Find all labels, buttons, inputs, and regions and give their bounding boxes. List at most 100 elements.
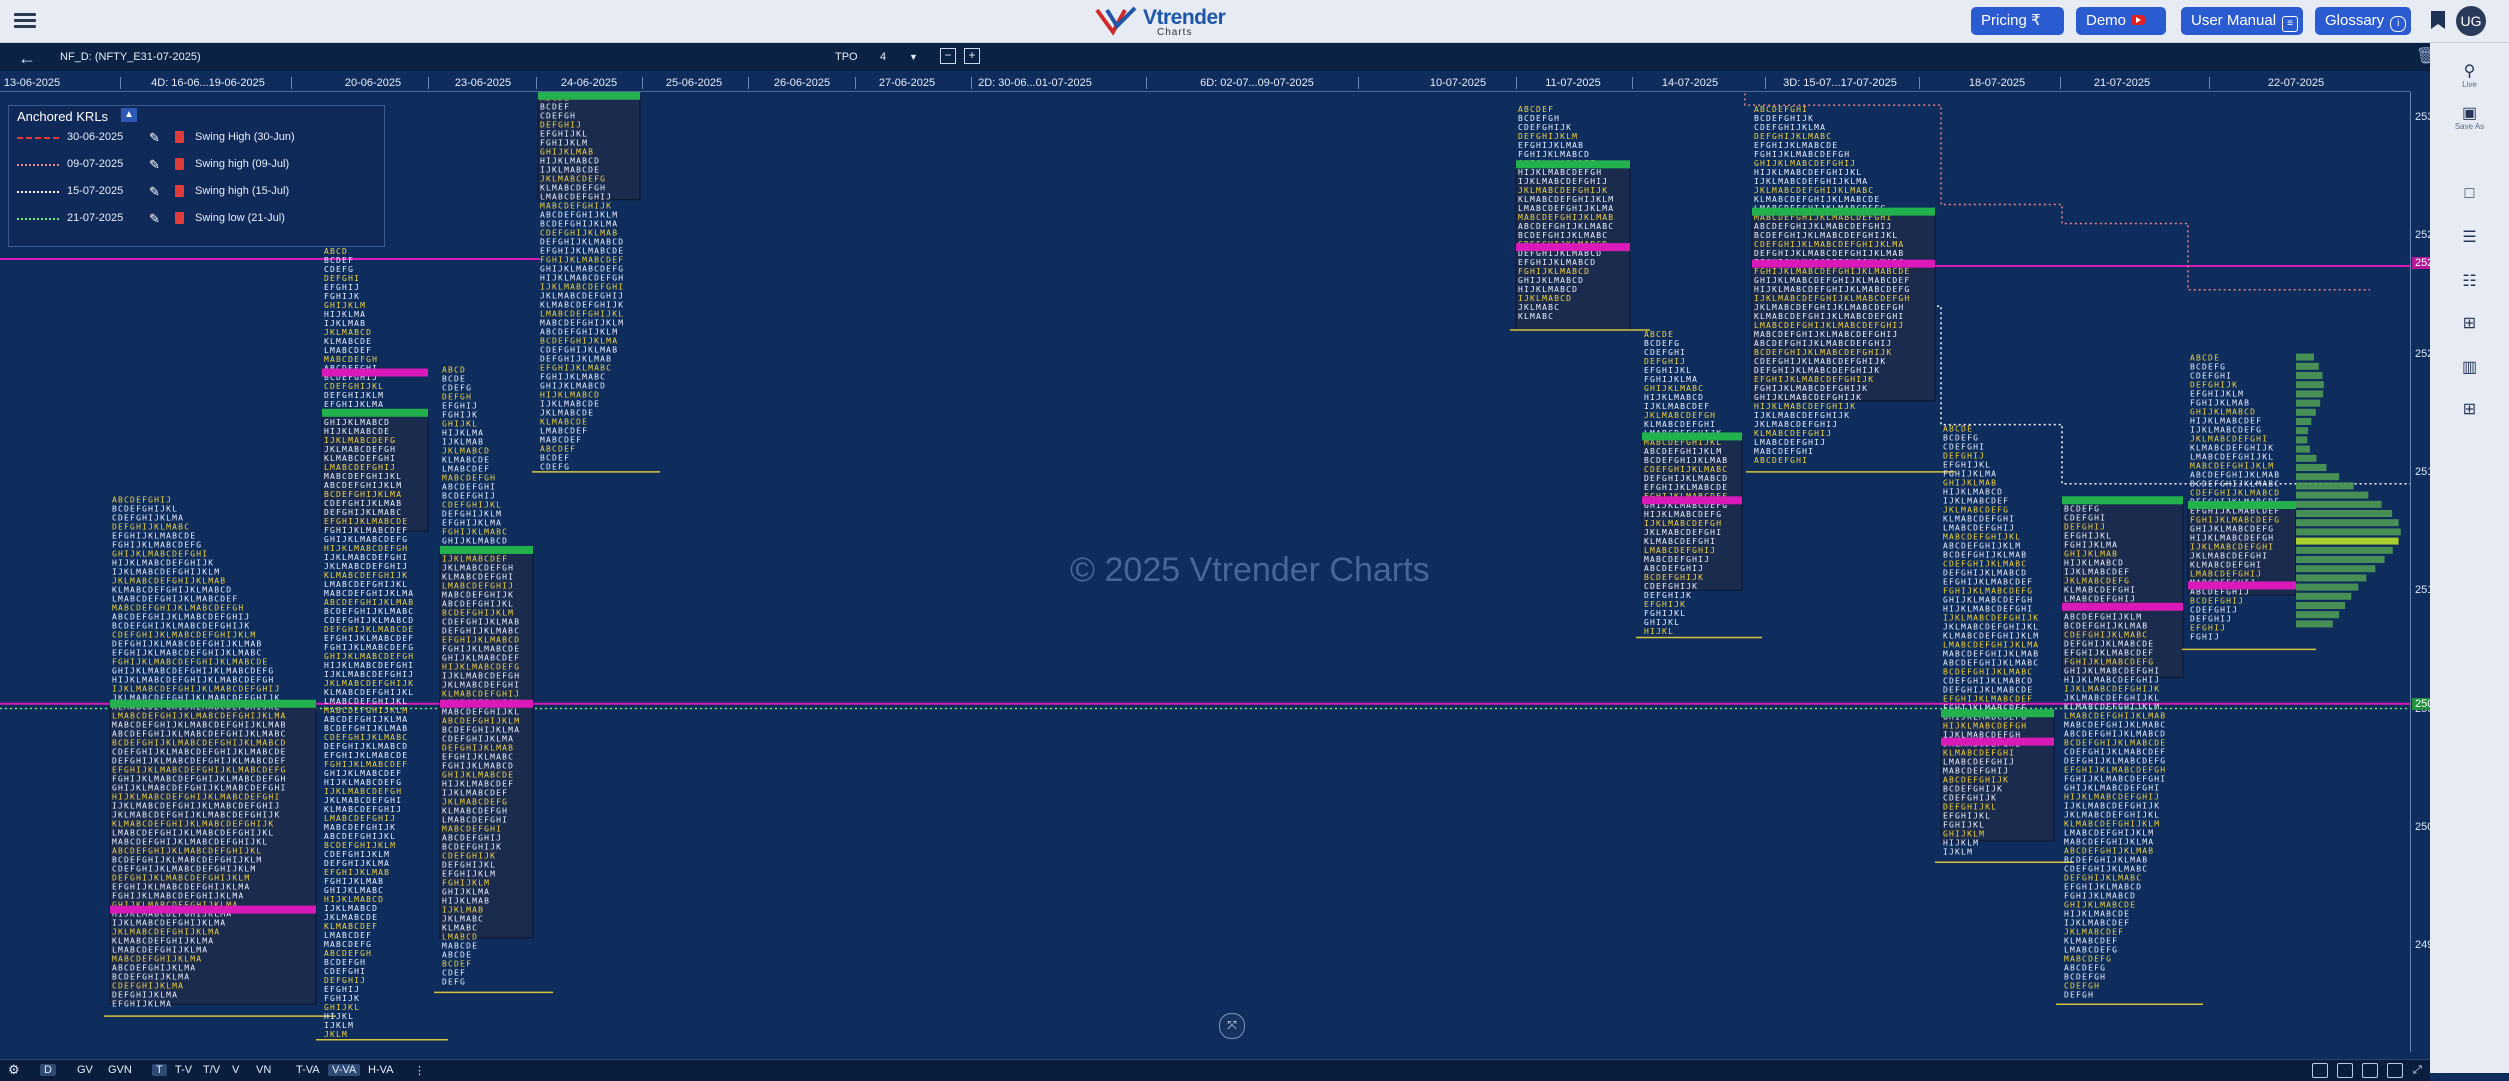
screen-icon[interactable] [2387,1063,2403,1078]
view-t-button[interactable]: T [152,1064,167,1076]
tpo-letters: HIJKLMABCDEFG [324,778,402,787]
tpo-letters: ABCDEFGHIJKLMAB [324,598,414,607]
tpo-letters: CDEFGHI [2190,372,2232,381]
tpo-decrease-button[interactable]: − [940,48,956,64]
trash-icon[interactable] [175,158,184,170]
view-tsv-button[interactable]: T/V [203,1064,220,1076]
date-label: 27-06-2025 [878,77,936,89]
save-as-button[interactable]: ▣ Save As [2430,103,2509,133]
krl-row[interactable]: 30-06-2025 ✎ Swing High (30-Jun) [9,128,384,148]
tpo-letters: CDEFG [540,462,570,471]
tpo-letters: HIJKLMAB [442,896,490,905]
collapse-icon[interactable]: ▲ [121,108,137,122]
krl-row[interactable]: 15-07-2025 ✎ Swing high (15-Jul) [9,182,384,202]
avatar[interactable]: UG [2456,6,2486,36]
tpo-letters: KLMABCDEFGHIJKLM [1518,195,1614,204]
layout-single-icon[interactable]: □ [2430,185,2509,215]
fullscreen-icon[interactable]: ⤧ [1219,1013,1245,1039]
tpo-letters: ABCDEFGHIJKL [324,832,396,841]
glossary-button[interactable]: Glossary i [2315,7,2411,35]
settings-gear-icon[interactable]: ⚙ [8,1062,20,1078]
tpo-letters: DEFGHIJKLMABCDE [2064,640,2154,649]
tpo-letters: FGHIJKLMABCD [1518,267,1590,276]
tpo-increase-button[interactable]: + [964,48,980,64]
tpo-letters: KLMABCDEFGHIJ [442,689,520,698]
view-tva-button[interactable]: T-VA [296,1064,320,1076]
bookmark-icon[interactable] [2431,11,2445,29]
tpo-letters: HIJKLMABCDEFGHIJKL [1754,168,1862,177]
view-v-button[interactable]: V [232,1064,239,1076]
layout-six-icon[interactable]: ⊞ [2430,399,2509,429]
tpo-letters: GHIJKLMABCDEFGHIJKLMABCDEFG [112,667,274,676]
tpo-letters: LMABCDEFGHIJKLMABCDEFGHIJKLMA [112,712,286,721]
tpo-letters: GHIJKLMABCDEFGHI [2064,667,2160,676]
table-icon[interactable] [2312,1063,2328,1078]
tpo-letters: JKLMABCDEFGHIJ [1754,420,1838,429]
tpo-letters: IJKLMABCDEFGHIJKLMABCDEFGH [1754,294,1910,303]
layout-grid-icon[interactable]: ⊞ [2430,313,2509,343]
view-gv-button[interactable]: GV [77,1064,93,1076]
camera-icon[interactable] [2362,1063,2378,1078]
trash-icon[interactable] [175,131,184,143]
tpo-letters: DEFGHIJ [2064,523,2106,532]
pencil-icon[interactable]: ✎ [149,130,160,146]
view-d-button[interactable]: D [40,1064,56,1076]
tpo-letters: GHIJKL [324,1003,360,1012]
demo-button[interactable]: Demo [2076,7,2166,35]
tpo-letters: KLMABCDEFGHIJ [1754,429,1832,438]
tpo-letters: FGHIJKLMABCDEFGH [1754,150,1850,159]
tpo-letters: JKLMABCDEFGHIJKL [2064,694,2160,703]
volume-bar [2296,390,2324,398]
tpo-letters: IJKLMABCDEFGHIJKLMA [1754,177,1868,186]
view-vva-button[interactable]: V-VA [328,1064,361,1076]
chevron-down-icon[interactable]: ▼ [909,52,918,62]
layout-list-icon[interactable]: ☰ [2430,227,2509,257]
line-chart-icon[interactable] [2337,1063,2353,1078]
view-gvn-button[interactable]: GVN [108,1064,132,1076]
trash-icon[interactable] [175,185,184,197]
pencil-icon[interactable]: ✎ [149,184,160,200]
price-axis-line [2410,92,2411,1052]
tpo-letters: DEFGHIJKLMABCDEFGHIJK [1754,366,1880,375]
tpo-letters: BCDEFGHIJKLMABCDEFGHIJKLM [112,856,262,865]
tpo-letters: KLMABCDEFGHIJKLMABCDEFGHI [1754,312,1904,321]
tpo-letters: DEFGHIJKLMABCDE [324,625,414,634]
krl-row[interactable]: 09-07-2025 ✎ Swing high (09-Jul) [9,155,384,175]
tpo-letters: BCDE [442,374,466,383]
krl-row[interactable]: 21-07-2025 ✎ Swing low (21-Jul) [9,209,384,229]
tpo-letters: GHIJKLMAB [1943,479,1997,488]
tpo-letters: KLMABCDEFGHIJKLMABCD [112,586,232,595]
tpo-letters: KLMABCDE [324,337,372,346]
tpo-letters: DEFGHI [324,274,360,283]
volume-bar [2296,602,2346,609]
expand-icon[interactable]: ⤢ [2413,1064,2422,1077]
trash-icon[interactable] [175,212,184,224]
tpo-letters: ABCDEFGHIJKLMABC [1518,222,1614,231]
date-label: 6D: 02-07...09-07-2025 [1200,77,1314,89]
user-manual-button[interactable]: User Manual ≡ [2181,7,2303,35]
tpo-letters: MABCDEFG [2064,955,2112,964]
more-options-icon[interactable]: ⋮ [414,1064,425,1077]
tpo-letters: CDEFGHIJKLMAB [540,345,618,354]
view-hva-button[interactable]: H-VA [368,1064,393,1076]
view-vn-button[interactable]: VN [256,1064,271,1076]
tpo-letters: ABCDEFGHIJKLMA [324,715,408,724]
layout-columns-icon[interactable]: ▥ [2430,357,2509,387]
pencil-icon[interactable]: ✎ [149,211,160,227]
menu-icon[interactable] [14,10,36,30]
back-arrow-icon[interactable]: ← [18,48,36,69]
tpo-letters: EFGHIJKLMABCDEFGHIJKLMA [112,883,250,892]
tpo-letters: EFGHIJ [2190,624,2226,633]
date-label: 23-06-2025 [454,77,512,89]
layout-rows-icon[interactable]: ☷ [2430,271,2509,301]
close-icon[interactable]: ✕ [2436,1064,2445,1077]
tpo-letters: JKLMABCDEFG [540,174,606,183]
tpo-letters: IJKLMABCDEF [2064,568,2130,577]
tpo-size-select[interactable]: 4 [880,51,886,63]
pricing-button[interactable]: Pricing ₹ [1971,7,2064,35]
pencil-icon[interactable]: ✎ [149,157,160,173]
view-tv-button[interactable]: T-V [175,1064,192,1076]
live-button[interactable]: ⚲ Live [2430,61,2509,91]
tpo-letters: JKLMABCDEFGHIJKLMA [112,928,220,937]
tpo-letters: IJKLMABCDEFGH [442,671,520,680]
